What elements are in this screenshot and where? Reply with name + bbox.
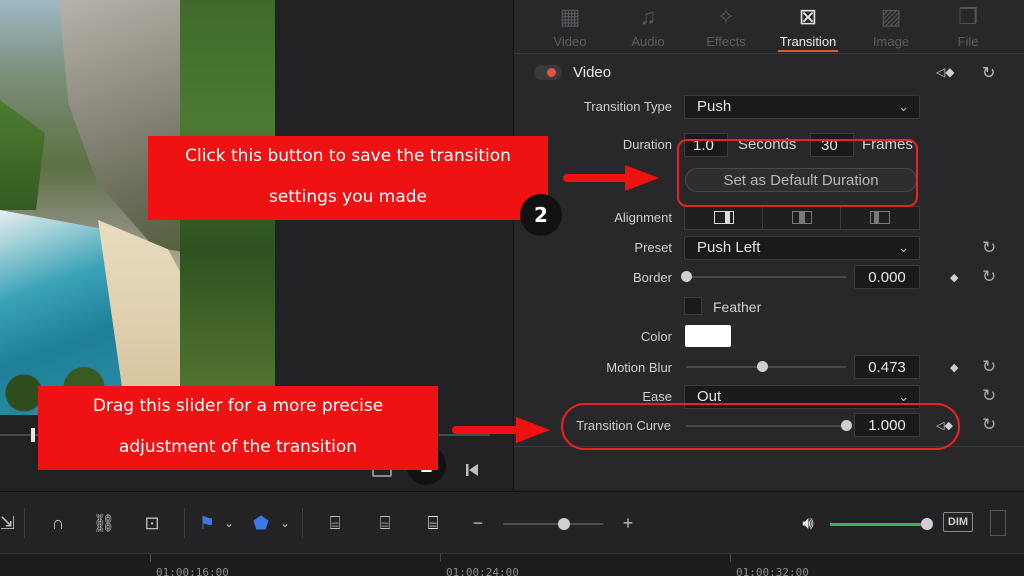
align-start-icon [870,211,890,224]
transition-type-label: Transition Type [583,99,672,114]
file-icon: ❒ [958,4,978,29]
highlight-save-button [677,139,918,207]
zoom-custom-icon[interactable]: ⌸ [416,512,450,534]
ruler-tick [150,554,151,562]
preview-bush [0,100,45,210]
zoom-out-icon[interactable]: − [470,512,486,534]
transition-type-dropdown[interactable]: Push ⌄ [684,95,920,119]
align-end-icon [714,211,734,224]
link-icon[interactable]: ⛓ [92,512,116,534]
image-icon: ▨ [880,4,902,29]
callout-drag-slider: Drag this slider for a more precise adju… [38,386,438,470]
tab-effects[interactable]: ✧ Effects [686,0,766,54]
section-title: Video [573,64,612,81]
ease-reset-icon[interactable]: ↻ [982,386,996,406]
step-badge-2: 2 [520,194,562,236]
feather-label: Feather [713,299,762,315]
motion-blur-value-field[interactable]: 0.473 [854,355,920,379]
tab-audio[interactable]: ♫ Audio [608,0,688,54]
feather-checkbox[interactable] [684,297,702,315]
border-value-field[interactable]: 0.000 [854,265,920,289]
border-slider-knob[interactable] [681,271,692,282]
border-reset-icon[interactable]: ↻ [982,267,996,287]
ruler-tick [440,554,441,562]
chevron-down-icon: ⌄ [898,240,909,255]
zoom-detail-icon[interactable]: ⌸ [368,512,402,534]
audio-meter-icon[interactable] [990,510,1006,536]
music-note-icon: ♫ [639,4,657,29]
preset-label: Preset [634,240,672,255]
volume-slider-track[interactable] [830,523,925,526]
alignment-segmented-control [684,206,920,230]
tab-video[interactable]: ▦ Video [530,0,610,54]
callout-save-settings: Click this button to save the transition… [148,136,548,220]
inspector-tabs: ▦ Video ♫ Audio ✧ Effects ⊠ Transition ▨… [514,0,1024,54]
tab-transition[interactable]: ⊠ Transition [768,0,848,54]
timeline-zoom-slider-track[interactable] [503,523,603,525]
magic-wand-icon: ✧ [716,4,736,29]
tab-image[interactable]: ▨ Image [851,0,931,54]
motion-blur-label: Motion Blur [606,360,672,375]
border-label: Border [632,270,672,285]
color-swatch[interactable] [685,325,731,347]
reset-icon[interactable]: ↻ [982,63,995,83]
volume-slider-knob[interactable] [921,518,933,530]
volume-speaker-icon[interactable]: 🔊︎ [796,512,820,534]
ruler-timecode: 01:00:16:00 [156,566,229,576]
align-start-button[interactable] [841,207,919,229]
keyframe-nav-icon[interactable]: ◁◆ [936,65,954,79]
chevron-down-icon[interactable]: ⌄ [278,512,292,534]
ease-label: Ease [642,389,672,404]
position-lock-icon[interactable]: ⊡ [140,512,164,534]
insert-clip-icon[interactable]: ⇲ [0,512,15,534]
timeline-toolbar: ⇲ ∩ ⛓ ⊡ ⚑ ⌄ ⬟ ⌄ ⌸ ⌸ ⌸ − + 🔊︎ DIM [0,491,1024,553]
zoom-in-icon[interactable]: + [620,512,636,534]
video-enable-toggle[interactable] [534,65,562,80]
toolbar-divider [24,508,25,538]
ruler-timecode: 01:00:32:00 [736,566,809,576]
ruler-timecode: 01:00:24:00 [446,566,519,576]
border-slider-track[interactable] [686,276,846,278]
dim-button[interactable]: DIM [943,512,973,532]
align-center-button[interactable] [763,207,841,229]
keyframe-diamond-icon[interactable]: ◆ [950,271,958,284]
snapping-magnet-icon[interactable]: ∩ [46,512,70,534]
keyframe-diamond-icon[interactable]: ◆ [950,361,958,374]
motion-blur-slider-knob[interactable] [756,361,768,372]
viewer-playhead[interactable] [31,428,35,442]
timeline-ruler[interactable]: 01:00:16:00 01:00:24:00 01:00:32:00 [0,553,1024,576]
preset-dropdown[interactable]: Push Left ⌄ [684,236,920,260]
arrow-right-icon [452,417,550,443]
toolbar-divider [184,508,185,538]
zoom-full-extent-icon[interactable]: ⌸ [318,512,352,534]
align-center-icon [792,211,812,224]
go-to-first-frame-icon[interactable] [464,462,480,478]
preset-reset-icon[interactable]: ↻ [982,238,996,258]
highlight-transition-curve [561,403,960,450]
transition-curve-reset-icon[interactable]: ↻ [982,415,996,435]
tab-file[interactable]: ❒ File [928,0,1008,54]
color-label: Color [640,329,672,344]
transition-icon: ⊠ [798,4,818,29]
align-end-button[interactable] [685,207,763,229]
chevron-down-icon: ⌄ [898,99,909,114]
chevron-down-icon[interactable]: ⌄ [222,512,236,534]
alignment-label: Alignment [614,210,672,225]
video-section-header: Video ◁◆ ↻ [534,62,1014,84]
timeline-zoom-slider-knob[interactable] [558,518,570,530]
ruler-tick [730,554,731,562]
motion-blur-reset-icon[interactable]: ↻ [982,357,996,377]
arrow-right-icon [563,165,659,191]
marker-icon[interactable]: ⬟ [252,512,270,534]
toolbar-divider [302,508,303,538]
duration-label: Duration [622,137,672,152]
flag-icon[interactable]: ⚑ [198,512,216,534]
film-strip-icon: ▦ [559,4,581,29]
